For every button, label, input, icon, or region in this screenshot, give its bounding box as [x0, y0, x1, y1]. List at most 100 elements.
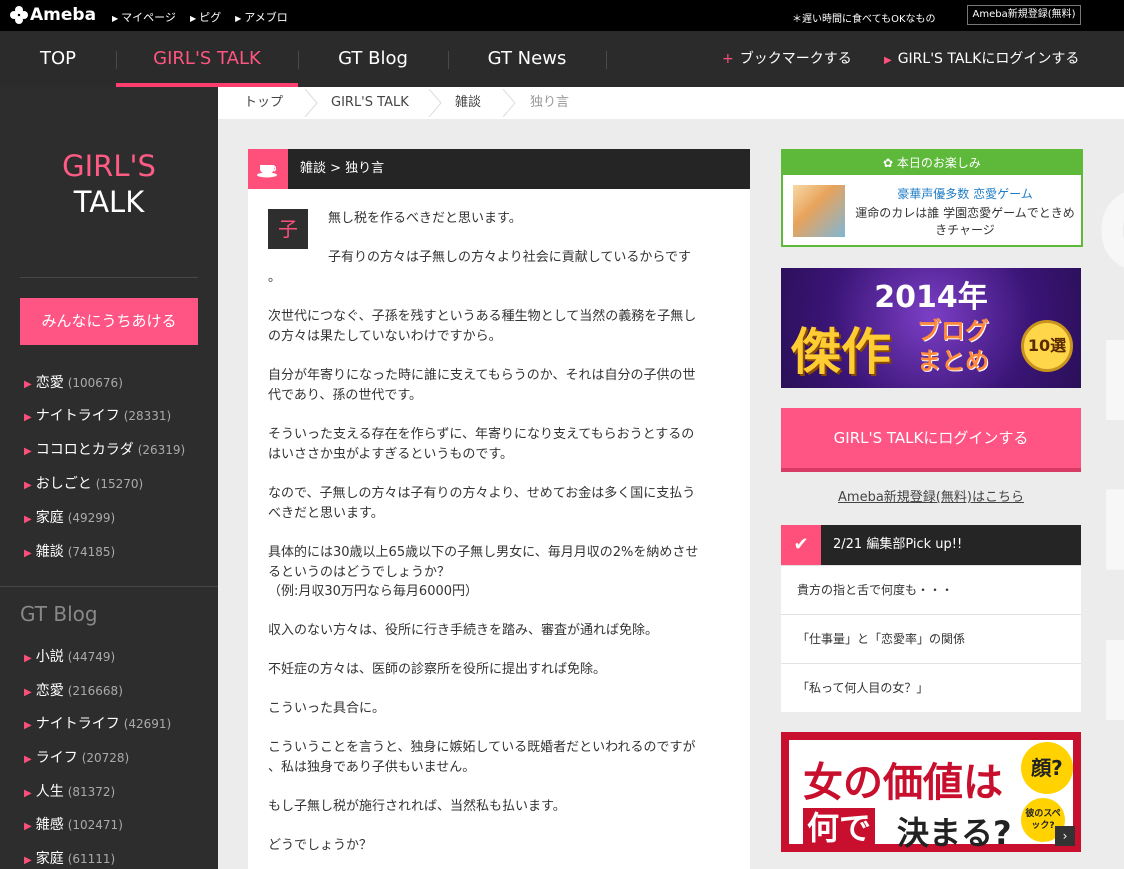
article-text: 次世代につなぐ、子孫を残すというある種生物として当然の義務を子無し [268, 309, 697, 324]
sidebar-blog-zakkan[interactable]: ▶ 雑感 (102471) [24, 814, 123, 834]
today-desc[interactable]: 運命のカレは誰 学園恋愛ゲームでときめきチャージ [853, 205, 1077, 239]
register-link[interactable]: Ameba新規登録(無料)はこちら [781, 486, 1081, 505]
ameba-logo-text: Ameba [30, 5, 97, 25]
banner-line2b: 決まる? [897, 814, 1012, 852]
arrow-icon: ▶ [24, 480, 32, 491]
sidebar-item-count: (100676) [67, 376, 123, 390]
pickup-widget: ✔ 2/21 編集部Pick up!! 貴方の指と舌で何度も・・・ 「仕事量」と… [781, 525, 1081, 712]
avatar: 子 [268, 209, 308, 249]
sidebar-blog-nightlife[interactable]: ▶ ナイトライフ (42691) [24, 713, 171, 733]
sidebar-item-love[interactable]: ▶ 恋愛 (100676) [24, 372, 123, 392]
arrow-icon: ▶ [24, 720, 32, 731]
banner-badge-face: 顔? [1021, 742, 1073, 794]
sidebar-item-count: (42691) [123, 717, 172, 731]
sidebar-item-label: 小説 [35, 649, 64, 665]
arrow-icon: ▶ [24, 754, 32, 765]
tab-gt-news[interactable]: GT News [448, 31, 606, 87]
sidebar-item-family[interactable]: ▶ 家庭 (49299) [24, 507, 115, 527]
arrow-icon: ▶ [24, 446, 32, 457]
check-icon: ✔ [781, 525, 821, 565]
sidebar-item-label: 恋愛 [35, 375, 64, 391]
sidebar-item-count: (102471) [67, 818, 123, 832]
article-text: 代であり、孫の世代です。 [268, 388, 423, 403]
sidebar-blog-heading[interactable]: GT Blog [20, 602, 98, 626]
sidebar-item-label: 人生 [35, 784, 64, 800]
breadcrumb-girls-talk[interactable]: GIRL'S TALK [331, 87, 409, 119]
top-link-mypage[interactable]: ▶ マイページ [112, 9, 176, 25]
sidebar-item-nightlife[interactable]: ▶ ナイトライフ (28331) [24, 405, 171, 425]
banner-sub-line2: まとめ [917, 347, 989, 375]
today-heading-label: 本日のお楽しみ [896, 156, 981, 170]
arrow-icon: ▶ [112, 14, 119, 23]
article-text: 子有りの方々は子無しの方々より社会に貢献しているからです [328, 250, 691, 265]
post-button[interactable]: みんなにうちあける [20, 298, 198, 345]
sidebar-item-work[interactable]: ▶ おしごと (15270) [24, 473, 143, 493]
chevron-right-icon[interactable]: › [1055, 826, 1075, 846]
article-header: 雑談 > 独り言 [248, 149, 750, 189]
chevron-right-icon [304, 89, 318, 117]
arrow-icon: ▶ [24, 653, 32, 664]
tab-girls-talk[interactable]: GIRL'S TALK [116, 31, 298, 87]
login-button[interactable]: GIRL'S TALKにログインする [781, 408, 1081, 472]
article-text: 不妊症の方々は、医師の診察所を役所に提出すれば免除。 [268, 662, 607, 677]
tab-gt-blog[interactable]: GT Blog [298, 31, 448, 87]
sidebar-item-kokoro[interactable]: ▶ ココロとカラダ (26319) [24, 439, 185, 459]
top-link-ameblo[interactable]: ▶ アメブロ [235, 9, 288, 25]
sidebar-logo-line2: TALK [73, 185, 145, 219]
today-widget[interactable]: ✿ 本日のお楽しみ 豪華声優多数 恋愛ゲーム 運命のカレは誰 学園恋愛ゲームでと… [781, 149, 1083, 247]
sidebar-item-count: (44749) [67, 650, 116, 664]
top-note[interactable]: ＊遅い時間に食べてもOKなもの [792, 10, 936, 25]
arrow-icon: ▶ [24, 379, 32, 390]
breadcrumb-chat[interactable]: 雑談 [455, 87, 481, 119]
arrow-icon: ▶ [24, 548, 32, 559]
pickup-item[interactable]: 貴方の指と舌で何度も・・・ [781, 565, 1081, 614]
background-watermark: GIRL [1096, 168, 1124, 746]
ameba-logo-icon [10, 6, 28, 24]
banner-line1: 女の価値は [803, 760, 1003, 806]
today-title[interactable]: 豪華声優多数 恋愛ゲーム [853, 185, 1077, 202]
sidebar-item-label: ライフ [35, 750, 78, 766]
chevron-right-icon [502, 89, 516, 117]
pickup-item[interactable]: 「私って何人目の女？」 [781, 663, 1081, 712]
banner-badge: 10選 [1021, 320, 1073, 372]
bookmark-label: ブックマークする [739, 51, 852, 67]
sidebar-blog-life[interactable]: ▶ ライフ (20728) [24, 747, 129, 767]
sidebar: GIRL'S TALK みんなにうちあける ▶ 恋愛 (100676) ▶ ナイトライ… [0, 87, 218, 869]
sidebar-item-label: 雑談 [35, 544, 64, 560]
nav-login-label: GIRL'S TALKにログインする [897, 51, 1080, 67]
banner-main: 傑作 [791, 323, 891, 381]
article-text: なので、子無しの方々は子有りの方々より、せめてお金は多く国に支払う [268, 486, 696, 501]
tab-top[interactable]: TOP [0, 31, 116, 87]
banner-year: 2014年 [874, 280, 988, 315]
sidebar-item-chat[interactable]: ▶ 雑談 (74185) [24, 541, 115, 561]
sidebar-blog-jinsei[interactable]: ▶ 人生 (81372) [24, 781, 115, 801]
nav-login-link[interactable]: ▶ GIRL'S TALKにログインする [884, 31, 1079, 87]
chevron-right-icon [428, 89, 442, 117]
arrow-icon: ▶ [24, 514, 32, 525]
pickup-header: ✔ 2/21 編集部Pick up!! [781, 525, 1081, 565]
ameba-logo[interactable]: Ameba [10, 5, 96, 25]
article-text: 無し税を作るべきだと思います。 [328, 211, 522, 226]
sidebar-blog-novel[interactable]: ▶ 小説 (44749) [24, 646, 115, 666]
article-text: もし子無し税が施行されれば、当然私も払います。 [268, 799, 566, 814]
clover-icon: ✿ [883, 156, 897, 170]
sidebar-item-label: 雑感 [35, 817, 64, 833]
sidebar-blog-love[interactable]: ▶ 恋愛 (216668) [24, 680, 123, 700]
arrow-icon: ▶ [24, 687, 32, 698]
bookmark-link[interactable]: + ブックマークする [722, 31, 852, 87]
pickup-item[interactable]: 「仕事量」と「恋愛率」の関係 [781, 614, 1081, 663]
article-category[interactable]: 雑談 > 独り言 [300, 149, 384, 189]
breadcrumb-top[interactable]: トップ [244, 87, 283, 119]
game-thumbnail[interactable] [793, 185, 845, 237]
banner-2014-best-blogs[interactable]: 2014年 傑作 ブログ まとめ 10選 [781, 268, 1081, 388]
top-register-button[interactable]: Ameba新規登録(無料) [967, 5, 1081, 25]
top-bar: Ameba ▶ マイページ ▶ ピグ ▶ アメブロ ＊遅い時間に食べてもOKなもの A… [0, 0, 1124, 31]
top-link-pigg[interactable]: ▶ ピグ [190, 9, 221, 25]
banner-line2a: 何で [803, 808, 876, 848]
banner-womans-value[interactable]: 女の価値は 何で 決まる? 顔? 彼のスペック? › [781, 732, 1081, 852]
top-link-label: マイページ [121, 11, 176, 24]
sidebar-blog-family[interactable]: ▶ 家庭 (61111) [24, 848, 115, 868]
sidebar-divider [20, 277, 198, 278]
arrow-icon: ▶ [235, 14, 242, 23]
sidebar-item-label: 家庭 [35, 510, 64, 526]
